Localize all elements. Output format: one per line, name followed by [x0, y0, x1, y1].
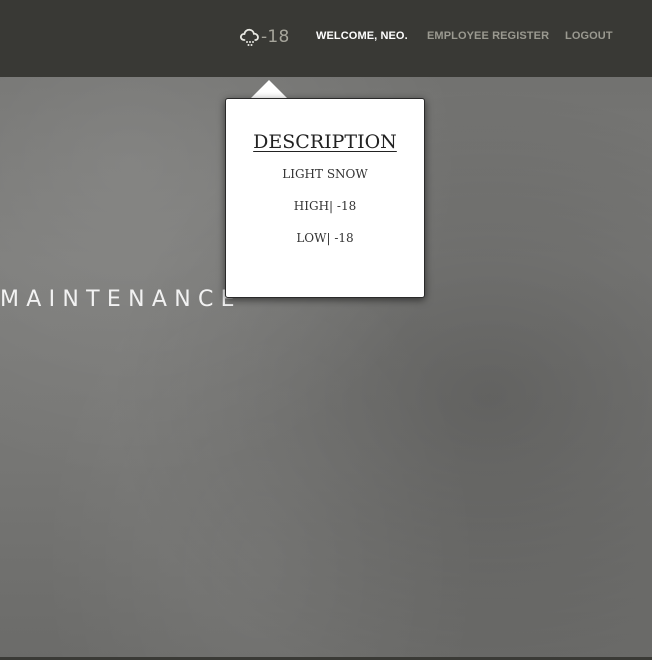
weather-temperature: -18: [261, 27, 290, 47]
popover-arrow: [250, 80, 288, 99]
low-temperature: LOW| -18: [296, 231, 354, 245]
navbar: -18 WELCOME, NEO. EMPLOYEE REGISTER LOGO…: [0, 0, 652, 77]
employee-register-link[interactable]: EMPLOYEE REGISTER: [427, 30, 549, 42]
high-temperature: HIGH| -18: [293, 199, 357, 213]
popover-title: DESCRIPTION: [253, 131, 397, 153]
welcome-link[interactable]: WELCOME, NEO.: [316, 30, 408, 42]
hero-title: MAINTENANCE: [0, 287, 242, 312]
weather-widget[interactable]: -18: [239, 25, 290, 49]
cloud-snow-icon: [239, 26, 261, 48]
weather-condition: LIGHT SNOW: [282, 167, 368, 181]
logout-link[interactable]: LOGOUT: [565, 30, 613, 42]
weather-popover: DESCRIPTION LIGHT SNOW HIGH| -18 LOW| -1…: [225, 98, 425, 298]
